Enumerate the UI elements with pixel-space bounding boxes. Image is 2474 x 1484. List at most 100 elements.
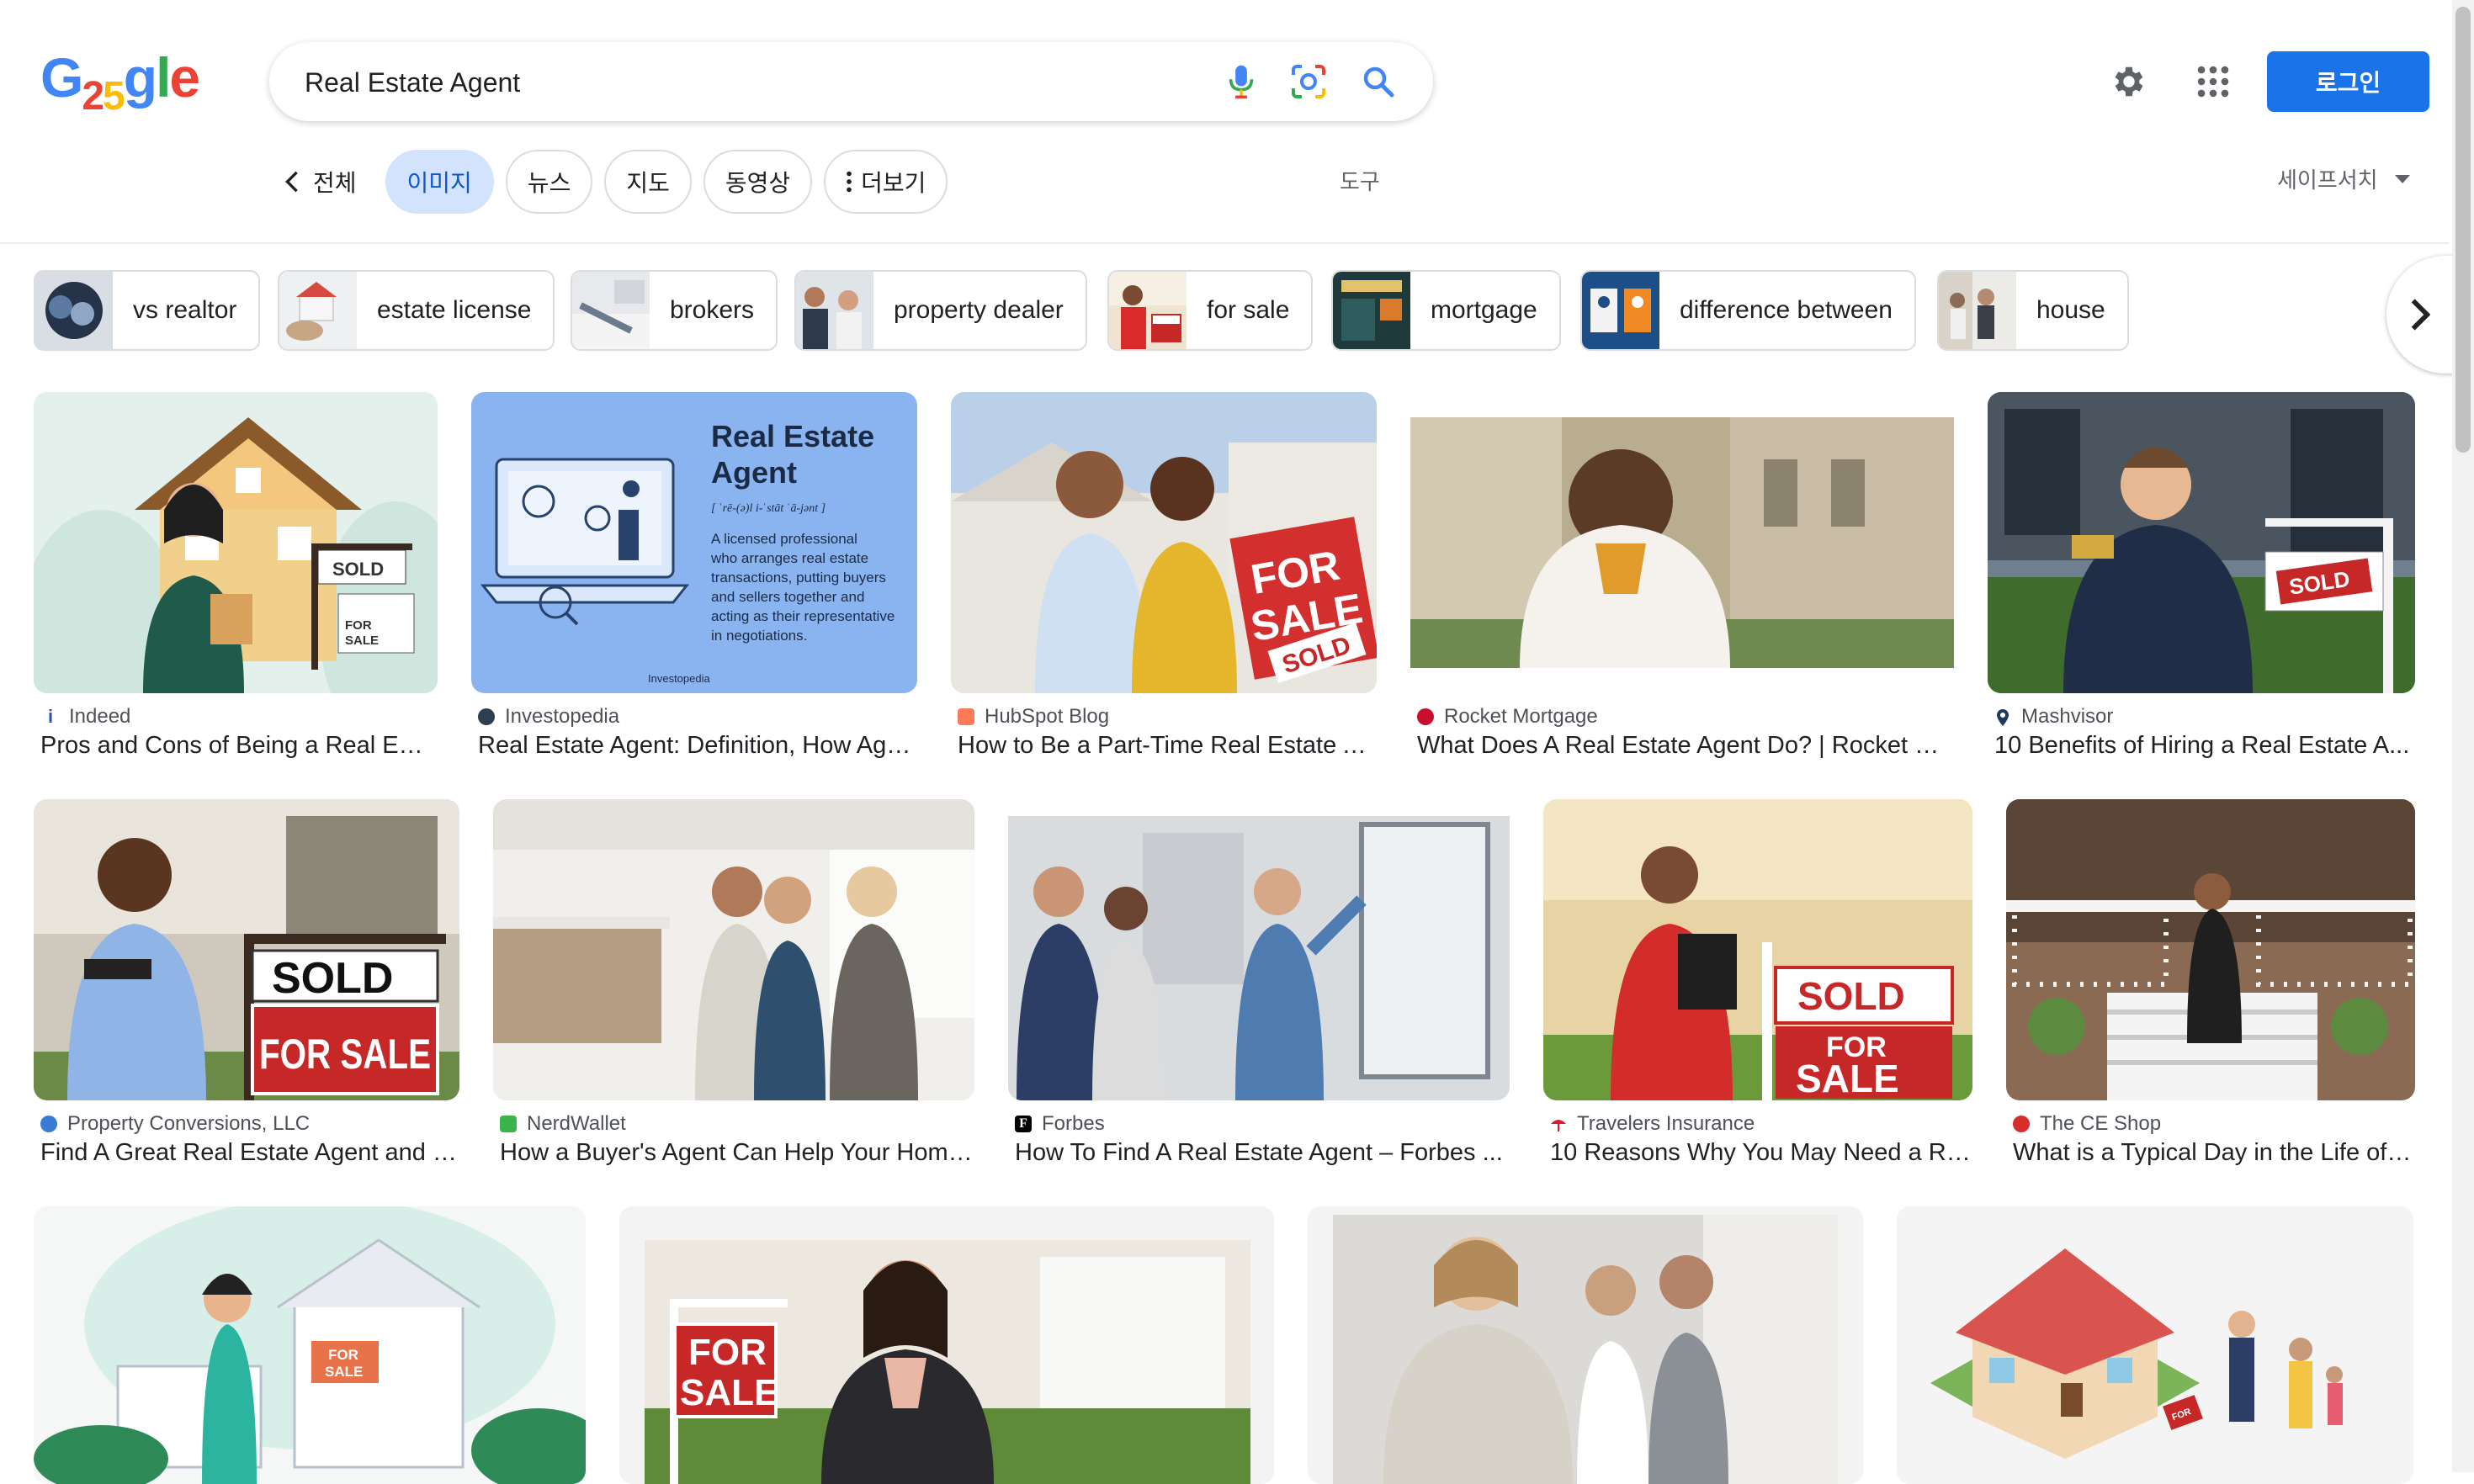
chevron-right-icon bbox=[2411, 299, 2430, 331]
image-result[interactable]: NerdWallet How a Buyer's Agent Can Help … bbox=[493, 799, 974, 1169]
result-image[interactable]: FOR SALE bbox=[619, 1206, 1274, 1484]
chip-label: for sale bbox=[1207, 296, 1290, 324]
google-logo[interactable]: G25gle bbox=[40, 46, 200, 119]
lens-camera-icon[interactable] bbox=[1287, 61, 1330, 103]
result-title[interactable]: What is a Typical Day in the Life of ... bbox=[2013, 1139, 2413, 1167]
favicon-icon bbox=[1417, 708, 1434, 725]
image-definition-line: A licensed professional bbox=[711, 531, 857, 547]
result-image[interactable]: SOLD bbox=[1988, 392, 2415, 693]
result-source[interactable]: NerdWallet bbox=[500, 1112, 626, 1136]
tab-more[interactable]: 더보기 bbox=[824, 150, 948, 214]
image-result[interactable]: FOR SALE bbox=[619, 1206, 1274, 1484]
result-source[interactable]: F Forbes bbox=[1015, 1112, 1105, 1136]
chip-vs-realtor[interactable]: vs realtor bbox=[34, 270, 261, 351]
result-image[interactable]: FOR SALE bbox=[34, 1206, 586, 1484]
image-definition-line: in negotiations. bbox=[711, 628, 807, 644]
search-input[interactable] bbox=[303, 42, 1148, 123]
result-source[interactable]: Rocket Mortgage bbox=[1417, 705, 1598, 729]
favicon-icon: i bbox=[42, 708, 59, 726]
sale-sign-text: SALE bbox=[345, 633, 379, 648]
result-title[interactable]: What Does A Real Estate Agent Do? | Rock… bbox=[1417, 732, 1952, 760]
result-title[interactable]: Pros and Cons of Being a Real Est... bbox=[40, 732, 434, 760]
tab-videos[interactable]: 동영상 bbox=[703, 150, 813, 214]
result-image[interactable] bbox=[1410, 392, 1954, 693]
search-icon[interactable] bbox=[1357, 61, 1399, 103]
chip-brokers[interactable]: brokers bbox=[571, 270, 778, 351]
result-source[interactable]: i Indeed bbox=[42, 705, 130, 729]
result-title[interactable]: How a Buyer's Agent Can Help Your Home..… bbox=[500, 1139, 973, 1167]
image-result[interactable] bbox=[1308, 1206, 1863, 1484]
image-brand: Investopedia bbox=[648, 672, 710, 685]
result-image[interactable]: Real Estate Agent [ ˈrē-(ə)l i-ˈstāt ˈā-… bbox=[471, 392, 917, 693]
favicon-icon bbox=[478, 708, 495, 725]
sale-sign-text: SALE bbox=[1796, 1057, 1899, 1100]
tab-images[interactable]: 이미지 bbox=[385, 150, 494, 214]
chip-label: mortgage bbox=[1431, 296, 1537, 324]
chip-for-sale[interactable]: for sale bbox=[1107, 270, 1314, 351]
tools-button[interactable]: 도구 bbox=[1340, 165, 1380, 196]
image-result[interactable]: F Forbes How To Find A Real Estate Agent… bbox=[1008, 799, 1510, 1169]
chip-thumbnail bbox=[279, 272, 357, 349]
result-image[interactable]: SOLD FOR SALE bbox=[1543, 799, 1972, 1100]
source-name: Property Conversions, LLC bbox=[67, 1112, 311, 1135]
result-image[interactable]: FOR SALE SOLD bbox=[951, 392, 1377, 693]
image-result[interactable]: SOLD FOR SALE Property Conversions, LLC … bbox=[34, 799, 459, 1169]
chip-difference-between[interactable]: difference between bbox=[1580, 270, 1916, 351]
image-result[interactable]: SOLD Mashvisor 10 Benefits of Hiring a R… bbox=[1988, 392, 2415, 762]
favicon-icon bbox=[40, 1116, 57, 1132]
result-source[interactable]: Investopedia bbox=[478, 705, 619, 729]
result-source[interactable]: Travelers Insurance bbox=[1550, 1112, 1755, 1136]
image-definition-line: acting as their representative bbox=[711, 608, 895, 624]
result-image[interactable]: SOLD FOR SALE bbox=[34, 799, 459, 1100]
image-result[interactable]: Rocket Mortgage What Does A Real Estate … bbox=[1410, 392, 1954, 762]
result-title[interactable]: How To Find A Real Estate Agent – Forbes… bbox=[1015, 1139, 1508, 1167]
chip-house[interactable]: house bbox=[1937, 270, 2129, 351]
chip-thumbnail bbox=[1582, 272, 1659, 349]
result-source[interactable]: Property Conversions, LLC bbox=[40, 1112, 310, 1136]
image-result[interactable]: The CE Shop What is a Typical Day in the… bbox=[2006, 799, 2415, 1169]
sold-sign-text: SOLD bbox=[272, 954, 393, 1003]
result-title[interactable]: How to Be a Part-Time Real Estate A... bbox=[958, 732, 1375, 760]
tab-all[interactable]: 전체 bbox=[269, 150, 374, 214]
result-source[interactable]: Mashvisor bbox=[1994, 705, 2113, 729]
image-result[interactable]: FOR bbox=[1897, 1206, 2413, 1484]
chip-label: property dealer bbox=[894, 296, 1064, 324]
scrollbar-thumb[interactable] bbox=[2455, 7, 2471, 453]
favicon-icon bbox=[958, 708, 974, 725]
result-image[interactable]: FOR bbox=[1897, 1206, 2413, 1484]
chip-estate-license[interactable]: estate license bbox=[278, 270, 555, 351]
result-title[interactable]: 10 Reasons Why You May Need a Re... bbox=[1550, 1139, 1971, 1167]
image-result[interactable]: FOR SALE bbox=[34, 1206, 586, 1484]
tab-all-label: 전체 bbox=[313, 170, 357, 196]
result-source[interactable]: HubSpot Blog bbox=[958, 705, 1109, 729]
result-source[interactable]: The CE Shop bbox=[2013, 1112, 2161, 1136]
chip-mortgage[interactable]: mortgage bbox=[1331, 270, 1561, 351]
tab-news[interactable]: 뉴스 bbox=[505, 150, 593, 214]
result-image[interactable] bbox=[493, 799, 974, 1100]
chip-thumbnail bbox=[796, 272, 873, 349]
tab-maps[interactable]: 지도 bbox=[604, 150, 692, 214]
login-button[interactable]: 로그인 bbox=[2267, 51, 2429, 112]
microphone-icon[interactable] bbox=[1220, 61, 1262, 103]
chip-thumbnail bbox=[1333, 272, 1410, 349]
search-box bbox=[269, 42, 1433, 123]
image-result[interactable]: SOLD FOR SALE i Indeed Pros and Cons of … bbox=[34, 392, 438, 762]
safesearch-dropdown[interactable]: 세이프서치 bbox=[2277, 163, 2410, 194]
image-result[interactable]: Real Estate Agent [ ˈrē-(ə)l i-ˈstāt ˈā-… bbox=[471, 392, 917, 762]
result-title[interactable]: Real Estate Agent: Definition, How Age..… bbox=[478, 732, 916, 760]
result-image[interactable]: SOLD FOR SALE bbox=[34, 392, 438, 693]
settings-gear-icon[interactable] bbox=[2105, 58, 2153, 105]
result-image[interactable] bbox=[1308, 1206, 1863, 1484]
image-result[interactable]: FOR SALE SOLD HubSpot Blog How to Be a P… bbox=[951, 392, 1377, 762]
result-image[interactable] bbox=[1008, 799, 1510, 1100]
result-title[interactable]: Find A Great Real Estate Agent and F... bbox=[40, 1139, 458, 1167]
sale-sign-text: SALE bbox=[680, 1372, 778, 1413]
apps-grid-icon[interactable] bbox=[2190, 58, 2237, 105]
chip-property-dealer[interactable]: property dealer bbox=[794, 270, 1087, 351]
source-name: Travelers Insurance bbox=[1577, 1112, 1755, 1135]
result-title[interactable]: 10 Benefits of Hiring a Real Estate A... bbox=[1994, 732, 2413, 760]
result-image[interactable] bbox=[2006, 799, 2415, 1100]
image-result[interactable]: SOLD FOR SALE Travelers Insurance 10 Rea… bbox=[1543, 799, 1972, 1169]
favicon-icon bbox=[2013, 1116, 2030, 1132]
sold-sign-text: SOLD bbox=[332, 559, 384, 580]
